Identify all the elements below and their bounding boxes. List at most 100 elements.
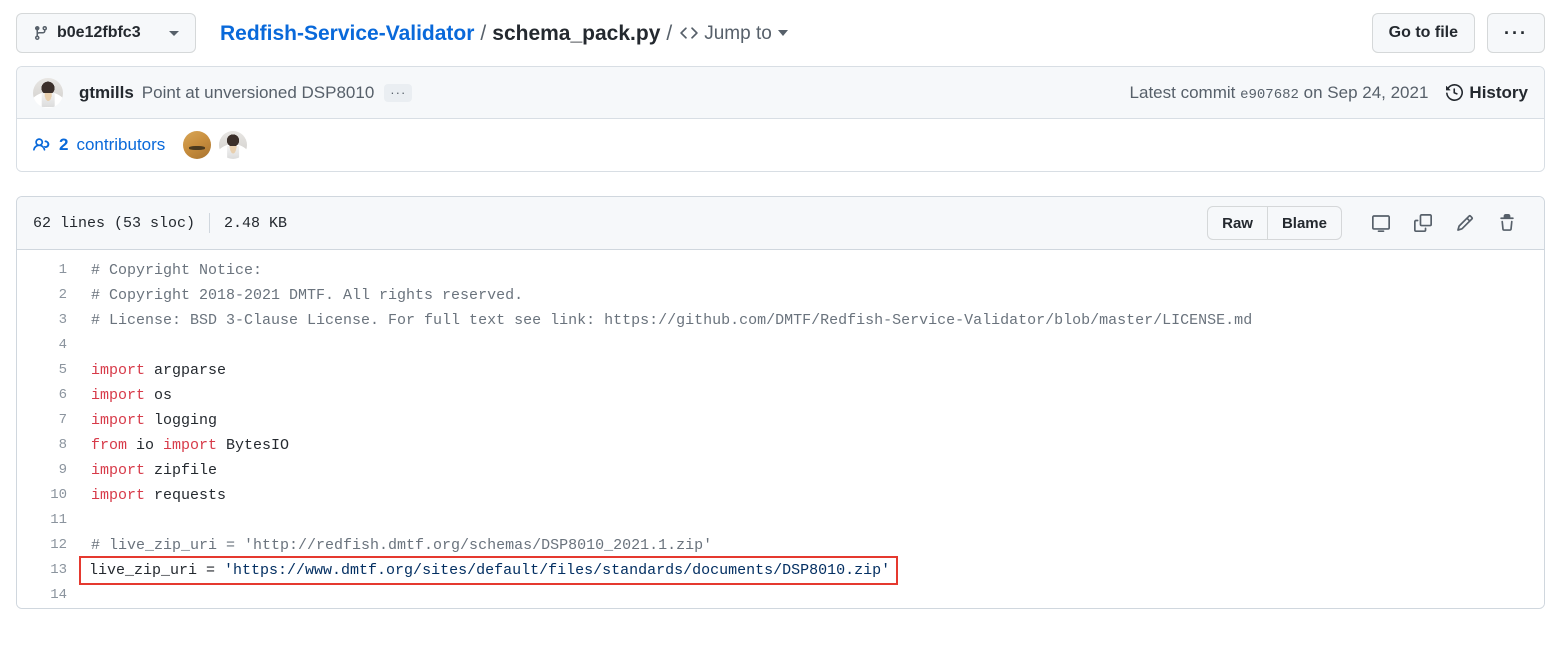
line-content: import requests (77, 483, 226, 508)
latest-commit-label: Latest commit (1129, 82, 1236, 102)
trash-delete-icon[interactable] (1486, 206, 1528, 240)
line-content: # Copyright Notice: (77, 258, 262, 283)
code-token: import (163, 437, 218, 454)
code-line: 14 (17, 583, 1544, 608)
breadcrumb-repo-link[interactable]: Redfish-Service-Validator (220, 23, 474, 44)
line-content: # Copyright 2018-2021 DMTF. All rights r… (77, 283, 523, 308)
code-line: 11 (17, 508, 1544, 533)
code-token: # Copyright Notice: (91, 262, 263, 279)
code-line: 7 import logging (17, 408, 1544, 433)
file-header: b0e12fbfc3 Redfish-Service-Validator / s… (16, 13, 1545, 53)
avatar[interactable] (219, 131, 248, 159)
commit-message-link[interactable]: Point at unversioned DSP8010 (142, 83, 375, 103)
line-content: import logging (77, 408, 217, 433)
commit-meta: Latest commit e907682 on Sep 24, 2021 Hi… (1130, 83, 1528, 103)
contributors-label: contributors (76, 135, 166, 154)
line-number[interactable]: 3 (17, 308, 77, 333)
line-number[interactable]: 9 (17, 458, 77, 483)
code-token: import (91, 387, 146, 404)
raw-button[interactable]: Raw (1207, 206, 1268, 240)
line-number[interactable]: 11 (17, 508, 77, 533)
code-token: import (91, 412, 146, 429)
code-token: from (91, 437, 128, 454)
breadcrumb: Redfish-Service-Validator / schema_pack.… (220, 23, 788, 44)
file-meta: 62 lines (53 sloc) 2.48 KB (33, 213, 287, 233)
raw-blame-button-group: Raw Blame (1207, 206, 1342, 240)
file-view-page: b0e12fbfc3 Redfish-Service-Validator / s… (0, 0, 1561, 625)
line-content: import zipfile (77, 458, 217, 483)
people-icon (33, 136, 51, 154)
branch-selector-button[interactable]: b0e12fbfc3 (16, 13, 196, 53)
commit-author-link[interactable]: gtmills (79, 83, 134, 103)
line-content: import argparse (77, 358, 226, 383)
code-token: import (91, 362, 146, 379)
line-number[interactable]: 12 (17, 533, 77, 558)
code-line: 13 live_zip_uri = 'https://www.dmtf.org/s… (17, 556, 1544, 585)
line-number[interactable]: 5 (17, 358, 77, 383)
code-token: # live_zip_uri = 'http://redfish.dmtf.or… (91, 537, 713, 554)
jump-to-button[interactable]: Jump to (680, 24, 788, 43)
line-content (77, 333, 100, 358)
commit-sha-link[interactable]: e907682 (1240, 87, 1299, 103)
history-clock-icon (1446, 84, 1464, 101)
contributor-avatars (183, 131, 248, 159)
code-line: 8 from io import BytesIO (17, 433, 1544, 458)
code-token: live_zip_uri = (89, 562, 225, 579)
jump-to-label: Jump to (704, 22, 772, 44)
line-number[interactable]: 7 (17, 408, 77, 433)
go-to-file-button[interactable]: Go to file (1371, 13, 1475, 53)
file-lines-label: 62 lines (53 sloc) (33, 214, 196, 232)
code-line: 9 import zipfile (17, 458, 1544, 483)
line-number[interactable]: 10 (17, 483, 77, 508)
line-number[interactable]: 1 (17, 258, 77, 283)
code-token: argparse (145, 362, 227, 379)
code-token: import (91, 487, 146, 504)
git-branch-icon (33, 25, 49, 41)
contributors-count: 2 (59, 135, 69, 154)
meta-divider (209, 213, 211, 233)
line-number[interactable]: 14 (17, 583, 77, 608)
breadcrumb-file-name: schema_pack.py (492, 21, 661, 45)
header-actions: Go to file ··· (1371, 13, 1545, 53)
line-content: # License: BSD 3-Clause License. For ful… (77, 308, 1252, 333)
file-content-box: 62 lines (53 sloc) 2.48 KB Raw Blame 1 #… (16, 196, 1545, 609)
code-viewer: 1 # Copyright Notice: 2 # Copyright 2018-20… (17, 250, 1544, 608)
code-line: 1 # Copyright Notice: (17, 258, 1544, 283)
history-link[interactable]: History (1446, 83, 1528, 103)
code-token: os (145, 387, 173, 404)
latest-commit-info: Latest commit e907682 on Sep 24, 2021 (1130, 83, 1429, 103)
code-line: 3 # License: BSD 3-Clause License. For fu… (17, 308, 1544, 333)
line-number[interactable]: 8 (17, 433, 77, 458)
line-number[interactable]: 13 (17, 558, 77, 583)
more-options-button[interactable]: ··· (1487, 13, 1545, 53)
file-toolbar: 62 lines (53 sloc) 2.48 KB Raw Blame (17, 197, 1544, 250)
breadcrumb-separator-2: / (666, 21, 673, 45)
code-line: 10 import requests (17, 483, 1544, 508)
code-token: 'https://www.dmtf.org/sites/default/file… (224, 562, 891, 579)
chevron-down-icon (777, 30, 788, 36)
line-number[interactable]: 2 (17, 283, 77, 308)
contributors-link[interactable]: 2 contributors (33, 135, 165, 155)
code-line: 2 # Copyright 2018-2021 DMTF. All rights … (17, 283, 1544, 308)
line-content: import os (77, 383, 172, 408)
copy-icon[interactable] (1402, 206, 1444, 240)
line-content: live_zip_uri = 'https://www.dmtf.org/sit… (78, 556, 899, 585)
line-number[interactable]: 4 (17, 333, 77, 358)
code-token: zipfile (145, 462, 218, 479)
commit-date-label: on Sep 24, 2021 (1303, 82, 1429, 102)
latest-commit-box: gtmills Point at unversioned DSP8010 ···… (16, 66, 1545, 172)
commit-message-expander-button[interactable]: ··· (384, 83, 413, 102)
desktop-download-icon[interactable] (1360, 206, 1402, 240)
code-token: BytesIO (217, 437, 290, 454)
line-number[interactable]: 6 (17, 383, 77, 408)
code-line: 12 # live_zip_uri = 'http://redfish.dmtf.… (17, 533, 1544, 558)
blame-button[interactable]: Blame (1267, 206, 1342, 240)
line-content (77, 583, 100, 608)
pencil-edit-icon[interactable] (1444, 206, 1486, 240)
avatar[interactable] (183, 131, 212, 159)
avatar[interactable] (33, 77, 63, 108)
branch-name-label: b0e12fbfc3 (57, 24, 141, 41)
code-line: 5 import argparse (17, 358, 1544, 383)
code-icon (680, 24, 698, 42)
chevron-down-icon (169, 30, 179, 36)
